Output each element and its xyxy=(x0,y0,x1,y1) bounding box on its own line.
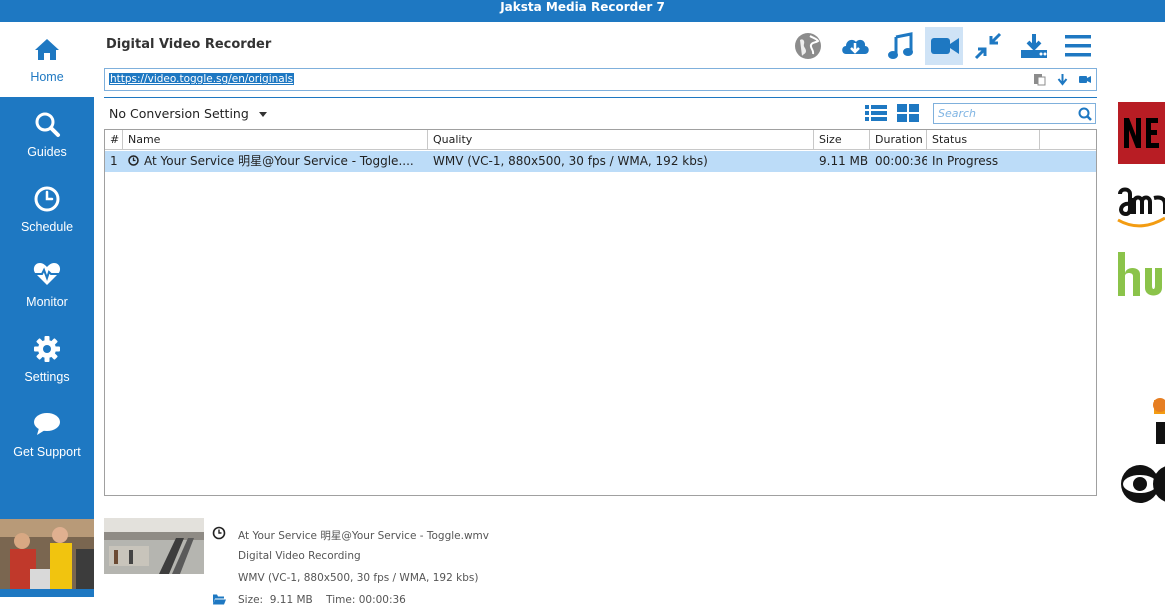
home-icon xyxy=(35,39,59,60)
download-tray-button[interactable] xyxy=(1014,27,1052,65)
column-header-number[interactable]: # xyxy=(105,130,123,150)
conversion-setting-dropdown[interactable]: No Conversion Setting xyxy=(109,106,267,121)
divider xyxy=(104,97,1097,98)
globe-button[interactable] xyxy=(789,27,827,65)
grid-view-icon xyxy=(897,104,919,122)
details-format: WMV (VC-1, 880x500, 30 fps / WMA, 192 kb… xyxy=(238,572,479,584)
row-name-text: At Your Service 明星@Your Service - Toggle… xyxy=(144,154,414,168)
video-camera-button[interactable] xyxy=(925,27,963,65)
music-button[interactable] xyxy=(881,27,919,65)
window-title: Jaksta Media Recorder 7 xyxy=(500,0,665,14)
sidebar-item-label: Guides xyxy=(27,145,67,159)
column-header-duration[interactable]: Duration xyxy=(870,130,927,150)
grid-view-button[interactable] xyxy=(897,104,919,122)
sidebar: Home Guides Schedule Monitor Settings Ge… xyxy=(0,22,94,597)
table-row[interactable]: 1 At Your Service 明星@Your Service - Togg… xyxy=(105,151,1096,172)
list-view-button[interactable] xyxy=(865,104,887,122)
conversion-setting-value: No Conversion Setting xyxy=(109,106,249,121)
arrow-down-icon[interactable] xyxy=(1056,73,1070,87)
cloud-download-button[interactable] xyxy=(835,27,873,65)
sidebar-item-get-support[interactable]: Get Support xyxy=(0,397,94,472)
sidebar-item-guides[interactable]: Guides xyxy=(0,97,94,172)
row-status: In Progress xyxy=(932,154,999,168)
globe-icon xyxy=(795,33,821,59)
sidebar-item-schedule[interactable]: Schedule xyxy=(0,172,94,247)
music-icon xyxy=(888,32,913,59)
time-label: Time: xyxy=(326,594,356,606)
size-label: Size: xyxy=(238,594,264,606)
row-quality: WMV (VC-1, 880x500, 30 fps / WMA, 192 kb… xyxy=(433,154,708,168)
details-size-time: Size: 9.11 MB Time: 00:00:36 xyxy=(238,594,406,606)
heart-pulse-icon xyxy=(33,263,61,285)
video-camera-icon xyxy=(931,38,959,54)
column-header-quality[interactable]: Quality xyxy=(428,130,814,150)
sidebar-video-thumbnail xyxy=(0,519,94,589)
search-icon xyxy=(35,112,60,137)
row-name: At Your Service 明星@Your Service - Toggle… xyxy=(123,151,428,172)
search-box[interactable] xyxy=(933,103,1096,124)
details-filename: At Your Service 明星@Your Service - Toggle… xyxy=(238,530,490,542)
hamburger-menu-button[interactable] xyxy=(1059,27,1097,65)
sidebar-item-label: Schedule xyxy=(20,220,74,234)
url-bar[interactable]: https://video.toggle.sg/en/originals xyxy=(104,68,1097,91)
list-view-icon xyxy=(865,105,887,121)
cloud-download-icon xyxy=(842,39,869,54)
sidebar-item-label: Home xyxy=(30,70,64,84)
brand-logos-image xyxy=(1117,102,1165,503)
record-video-icon[interactable] xyxy=(1078,73,1092,87)
search-input[interactable] xyxy=(938,104,1074,123)
clock-icon xyxy=(34,186,60,212)
row-size: 9.11 MB xyxy=(819,154,869,168)
details-thumbnail[interactable] xyxy=(104,518,204,574)
size-value: 9.11 MB xyxy=(269,594,313,606)
column-header-name[interactable]: Name xyxy=(123,130,428,150)
column-header-size[interactable]: Size xyxy=(814,130,870,150)
sidebar-item-monitor[interactable]: Monitor xyxy=(0,247,94,322)
details-type: Digital Video Recording xyxy=(238,550,361,562)
clock-icon xyxy=(212,526,226,540)
hamburger-menu-icon xyxy=(1065,35,1091,57)
column-header-status[interactable]: Status xyxy=(927,130,1040,150)
video-thumbnail-image xyxy=(0,519,94,589)
compress-button[interactable] xyxy=(969,27,1007,65)
recordings-table: # Name Quality Size Duration Status 1 At… xyxy=(104,129,1097,496)
paste-icon[interactable] xyxy=(1033,73,1047,87)
mall-thumbnail-image xyxy=(104,518,204,574)
clock-icon xyxy=(128,155,139,166)
row-duration: 00:00:36 xyxy=(875,154,927,168)
compress-icon xyxy=(974,32,1002,60)
time-value: 00:00:36 xyxy=(358,594,406,606)
chat-bubble-icon xyxy=(34,413,60,435)
chevron-down-icon xyxy=(258,112,267,117)
sidebar-item-label: Get Support xyxy=(13,445,81,459)
window-title-bar: Jaksta Media Recorder 7 xyxy=(0,0,1165,22)
table-header: # Name Quality Size Duration Status xyxy=(105,130,1096,150)
page-title: Digital Video Recorder xyxy=(106,37,272,52)
sidebar-item-label: Settings xyxy=(24,370,70,384)
row-number: 1 xyxy=(110,154,118,168)
sidebar-item-label: Monitor xyxy=(26,295,68,309)
folder-open-icon[interactable] xyxy=(212,592,226,606)
details-panel: At Your Service 明星@Your Service - Toggle… xyxy=(104,502,1097,606)
url-input[interactable]: https://video.toggle.sg/en/originals xyxy=(109,73,295,85)
main-panel: Digital Video Recorder https://video.tog… xyxy=(94,22,1110,606)
gear-icon xyxy=(34,336,60,362)
sidebar-item-home[interactable]: Home xyxy=(0,22,94,97)
brand-logos-strip xyxy=(1110,22,1165,597)
sidebar-item-settings[interactable]: Settings xyxy=(0,322,94,397)
search-icon[interactable] xyxy=(1078,107,1092,121)
download-tray-icon xyxy=(1021,34,1047,58)
